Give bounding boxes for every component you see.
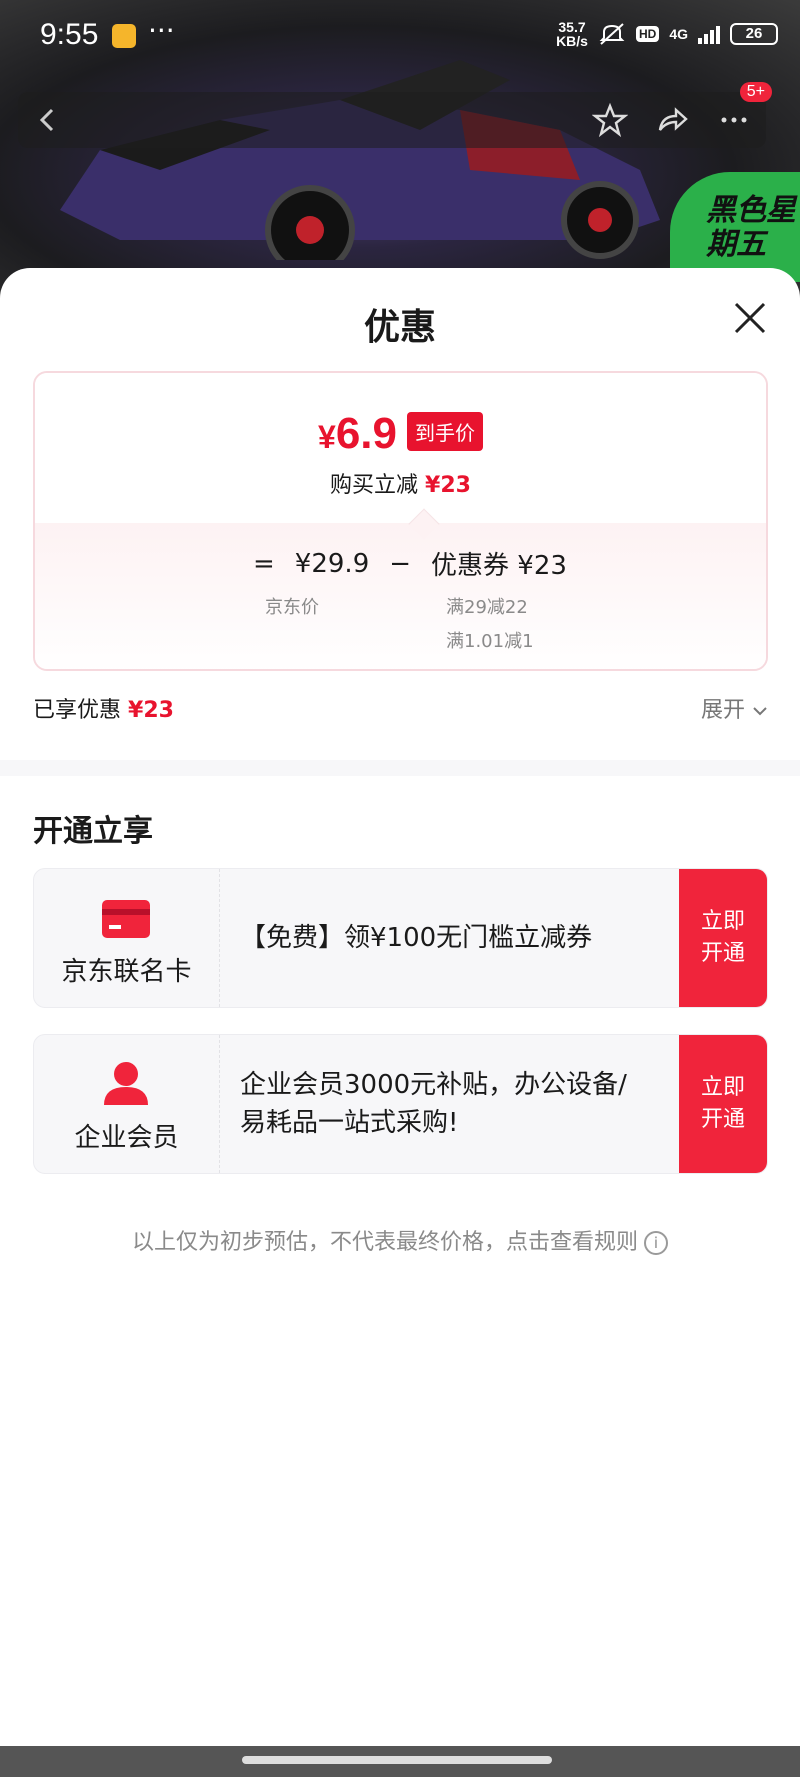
coupon-rule: 满29减22 <box>446 597 528 618</box>
discount-sheet: 优惠 ¥6.9 到手价 购买立减 ¥23 = ¥29.9 − 优惠券 ¥23 京… <box>0 268 800 1746</box>
gesture-bar <box>0 1746 800 1777</box>
enjoyed-discount-row: 已享优惠 ¥23 展开 <box>33 692 768 726</box>
back-arrow-icon[interactable] <box>32 104 64 136</box>
home-indicator[interactable] <box>242 1756 552 1764</box>
notification-app-icon <box>112 24 136 48</box>
offer-name: 京东联名卡 <box>61 957 192 987</box>
info-icon[interactable]: i <box>644 1231 668 1255</box>
final-price-row: ¥6.9 到手价 <box>35 409 766 459</box>
final-price: ¥6.9 <box>318 409 397 458</box>
offer-name: 企业会员 <box>74 1123 179 1153</box>
close-icon[interactable] <box>730 298 770 338</box>
more-icon[interactable] <box>716 102 752 138</box>
mute-icon <box>599 23 625 45</box>
battery-icon: 26 <box>730 23 778 45</box>
final-price-tag: 到手价 <box>406 412 483 451</box>
price-breakdown-card: ¥6.9 到手价 购买立减 ¥23 = ¥29.9 − 优惠券 ¥23 京东价 … <box>33 371 768 671</box>
status-right: 35.7 KB/s HD 4G 26 <box>556 20 778 48</box>
promo-badge[interactable]: 黑色星期五 <box>670 172 800 282</box>
jd-price: ¥29.9 <box>294 548 370 579</box>
coupon-amount: 优惠券 ¥23 <box>431 551 567 581</box>
jd-price-label: 京东价 <box>265 597 319 618</box>
network-type: 4G <box>669 26 688 42</box>
share-icon[interactable] <box>654 102 690 138</box>
more-notifications-icon: ··· <box>148 14 175 47</box>
offer-description: 企业会员3000元补贴，办公设备/易耗品一站式采购! <box>240 1070 627 1138</box>
offer-card-jd-card: 京东联名卡 【免费】领¥100无门槛立减券 立即开通 <box>33 868 768 1008</box>
section-title: 开通立享 <box>33 814 153 849</box>
status-bar: 9:55 ··· 35.7 KB/s HD 4G 26 <box>0 0 800 72</box>
activate-button[interactable]: 立即开通 <box>679 869 767 1007</box>
message-count-badge: 5+ <box>739 82 772 102</box>
offer-card-enterprise: 企业会员 企业会员3000元补贴，办公设备/易耗品一站式采购! 立即开通 <box>33 1034 768 1174</box>
signal-icon <box>698 24 720 44</box>
user-icon <box>104 1062 148 1105</box>
chevron-down-icon <box>753 707 767 716</box>
section-divider <box>0 760 800 776</box>
expand-toggle[interactable]: 展开 <box>701 692 768 724</box>
card-icon <box>102 900 150 938</box>
hd-badge: HD <box>635 26 660 42</box>
price-equation: = ¥29.9 − 优惠券 ¥23 <box>253 545 567 582</box>
offer-description: 【免费】领¥100无门槛立减券 <box>240 923 593 953</box>
sheet-title: 优惠 <box>363 307 436 348</box>
star-icon[interactable] <box>592 102 628 138</box>
coupon-rule: 满1.01减1 <box>446 631 534 652</box>
status-time: 9:55 <box>40 18 99 51</box>
top-nav-bar: 5+ <box>18 82 772 148</box>
disclaimer-link[interactable]: 以上仅为初步预估，不代表最终价格，点击查看规则 i <box>0 1224 800 1256</box>
activate-button[interactable]: 立即开通 <box>679 1035 767 1173</box>
equals-sign: = <box>253 548 275 579</box>
car-illustration <box>60 60 660 260</box>
instant-reduce-row: 购买立减 ¥23 <box>330 473 471 498</box>
network-speed: 35.7 KB/s <box>556 19 588 49</box>
minus-sign: − <box>389 548 412 579</box>
